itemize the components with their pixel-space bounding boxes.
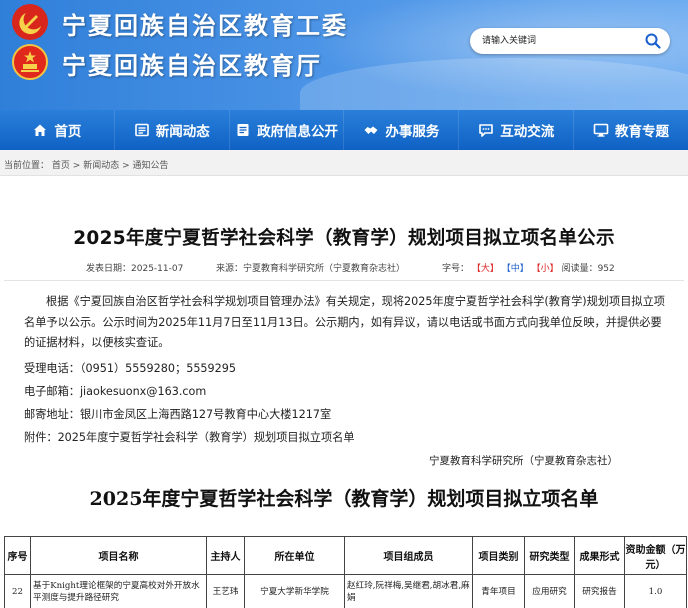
column-header: 项目类别: [472, 536, 525, 575]
publish-date-value: 2025-11-07: [131, 264, 184, 274]
font-size-label: 字号：: [442, 264, 470, 274]
breadcrumb-home-link[interactable]: 首页: [52, 161, 70, 171]
column-header: 序号: [4, 536, 31, 575]
breadcrumb-notice-link[interactable]: 通知公告: [133, 161, 169, 171]
nav-label: 互动交流: [500, 124, 555, 140]
breadcrumb-separator: >: [72, 161, 81, 171]
main-nav: 首页 新闻动态 政府信息公开 办事服务 互动交流 教育专题: [0, 110, 688, 150]
cell-output: 研究报告: [574, 574, 625, 608]
breadcrumb-separator: >: [122, 161, 130, 171]
site-title-department: 宁夏回族自治区教育厅: [62, 52, 322, 80]
search-input[interactable]: [482, 32, 632, 50]
column-header: 研究类型: [524, 536, 575, 575]
meta-divider: [4, 280, 684, 281]
chat-icon: [478, 122, 494, 138]
national-emblem-icon: [12, 44, 48, 80]
contact-email: 电子邮箱：jiaokesuonx@163.com: [24, 385, 207, 398]
nav-item-news[interactable]: 新闻动态: [115, 110, 230, 150]
breadcrumb-news-link[interactable]: 新闻动态: [83, 161, 119, 171]
table-header-row: 序号 项目名称 主持人 所在单位 项目组成员 项目类别 研究类型 成果形式 资助…: [4, 536, 687, 575]
article-title: 2025年度宁夏哲学社会科学（教育学）规划项目拟立项名单公示: [73, 228, 615, 249]
article-paragraph-text: 根据《宁夏回族自治区哲学社会科学规划项目管理办法》有关规定，现将2025年度宁夏…: [24, 295, 665, 349]
source-label: 来源：: [216, 264, 244, 274]
source-value: 宁夏教育科学研究所（宁夏教育杂志社）: [243, 264, 406, 274]
nav-item-home[interactable]: 首页: [0, 110, 115, 150]
article-paragraph: 根据《宁夏回族自治区哲学社会科学规划项目管理办法》有关规定，现将2025年度宁夏…: [24, 292, 668, 354]
view-count-value: 952: [597, 264, 615, 274]
search-box: [470, 28, 670, 54]
breadcrumb: 当前位置： 首页 > 新闻动态 > 通知公告: [0, 150, 688, 176]
nav-label: 办事服务: [385, 124, 440, 140]
nav-item-gov-info[interactable]: 政府信息公开: [230, 110, 345, 150]
nav-item-interaction[interactable]: 互动交流: [459, 110, 575, 150]
font-size-small-link[interactable]: 【小】: [532, 264, 559, 274]
nav-item-services[interactable]: 办事服务: [344, 110, 460, 150]
nav-label: 政府信息公开: [257, 124, 339, 140]
nav-label: 首页: [54, 124, 82, 140]
contact-phone: 受理电话：（0951）5559280；5559295: [24, 362, 237, 375]
column-header: 项目名称: [30, 536, 207, 575]
cell-members: 赵红玲,阮祥梅,吴继君,胡冰君,麻娟: [344, 574, 473, 608]
table-row: 22 基于Knight理论框架的宁夏高校对外开放水平测度与提升路径研究 王艺玮 …: [4, 574, 687, 608]
publish-date: 发表日期：2025-11-07: [86, 261, 183, 274]
font-size-controls: 字号： 【大】 【中】 【小】 阅读量：952: [442, 261, 615, 274]
cell-research-type: 应用研究: [524, 574, 575, 608]
contact-address: 邮寄地址：银川市金凤区上海西路127号教育中心大楼1217室: [24, 408, 332, 421]
article-signature: 宁夏教育科学研究所（宁夏教育杂志社）: [429, 455, 618, 467]
publish-date-label: 发表日期：: [86, 264, 132, 274]
view-count-label: 阅读量：: [561, 264, 598, 274]
column-header: 主持人: [206, 536, 245, 575]
newspaper-icon: [134, 122, 150, 138]
column-header: 成果形式: [574, 536, 625, 575]
cell-funding: 1.0: [624, 574, 687, 608]
document-title: 2025年度宁夏哲学社会科学（教育学）规划项目拟立项名单: [89, 488, 599, 510]
site-title-committee: 宁夏回族自治区教育工委: [62, 12, 348, 40]
monitor-icon: [593, 122, 609, 138]
column-header: 项目组成员: [344, 536, 473, 575]
cell-no: 22: [4, 574, 31, 608]
handshake-icon: [363, 122, 379, 138]
breadcrumb-prefix: 当前位置：: [4, 161, 50, 171]
party-emblem-icon: [12, 4, 48, 40]
document-icon: [235, 122, 251, 138]
nav-item-topics[interactable]: 教育专题: [574, 110, 688, 150]
column-header: 资助金额（万元）: [624, 536, 687, 575]
attachment-link[interactable]: 附件：2025年度宁夏哲学社会科学（教育学）规划项目拟立项名单: [24, 428, 355, 448]
cell-category: 青年项目: [472, 574, 525, 608]
font-size-medium-link[interactable]: 【中】: [502, 264, 529, 274]
home-icon: [32, 122, 48, 138]
site-header: 宁夏回族自治区教育工委 宁夏回族自治区教育厅: [0, 0, 688, 110]
search-icon[interactable]: [644, 32, 662, 50]
nav-label: 教育专题: [615, 124, 670, 140]
cell-host: 王艺玮: [206, 574, 245, 608]
cell-project-name: 基于Knight理论框架的宁夏高校对外开放水平测度与提升路径研究: [30, 574, 207, 608]
project-list-table: 序号 项目名称 主持人 所在单位 项目组成员 项目类别 研究类型 成果形式 资助…: [4, 536, 687, 608]
nav-label: 新闻动态: [155, 124, 210, 140]
font-size-large-link[interactable]: 【大】: [472, 264, 499, 274]
column-header: 所在单位: [244, 536, 345, 575]
article-source: 来源：宁夏教育科学研究所（宁夏教育杂志社）: [216, 261, 405, 274]
cell-unit: 宁夏大学新华学院: [244, 574, 345, 608]
